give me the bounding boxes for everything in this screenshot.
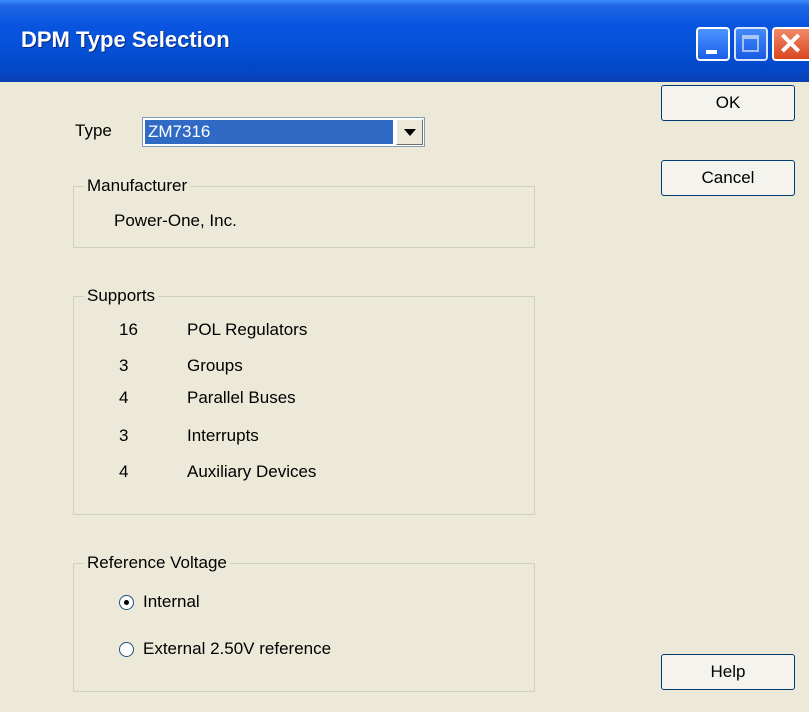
supports-item: Interrupts	[187, 426, 259, 445]
chevron-down-icon[interactable]	[396, 119, 423, 145]
maximize-button[interactable]	[734, 27, 768, 61]
type-selected-value[interactable]: ZM7316	[145, 120, 393, 144]
radio-external[interactable]: External 2.50V reference	[119, 639, 519, 661]
supports-count: 3	[119, 426, 129, 445]
supports-row: 3 Groups	[74, 356, 514, 378]
radio-button[interactable]	[119, 642, 134, 657]
minimize-button[interactable]	[696, 27, 730, 61]
supports-row: 16 POL Regulators	[74, 320, 514, 342]
radio-external-label[interactable]: External 2.50V reference	[143, 639, 331, 659]
title-bar[interactable]: DPM Type Selection ✕	[0, 0, 809, 82]
ok-button[interactable]: OK	[661, 85, 795, 121]
radio-internal[interactable]: Internal	[119, 592, 519, 614]
supports-item: Auxiliary Devices	[187, 462, 317, 481]
cancel-button[interactable]: Cancel	[661, 160, 795, 196]
supports-count: 4	[119, 388, 129, 407]
maximize-icon	[742, 35, 759, 52]
manufacturer-legend: Manufacturer	[84, 176, 191, 196]
supports-legend: Supports	[84, 286, 159, 306]
window-title: DPM Type Selection	[21, 27, 230, 52]
supports-item: Groups	[187, 356, 243, 375]
radio-internal-label[interactable]: Internal	[143, 592, 200, 612]
supports-group: Supports 16 POL Regulators 3 Groups 4 Pa…	[73, 286, 535, 515]
reference-voltage-legend: Reference Voltage	[84, 553, 230, 573]
manufacturer-group: Manufacturer Power-One, Inc.	[73, 176, 535, 248]
supports-item: Parallel Buses	[187, 388, 296, 407]
close-icon: ✕	[778, 28, 804, 61]
radio-button-checked[interactable]	[119, 595, 134, 610]
dialog-window: DPM Type Selection ✕ Type ZM7316 Manufac…	[0, 0, 809, 712]
supports-count: 3	[119, 356, 129, 375]
type-label: Type	[75, 121, 112, 140]
supports-count: 4	[119, 462, 129, 481]
supports-row: 3 Interrupts	[74, 426, 514, 448]
supports-row: 4 Parallel Buses	[74, 388, 514, 410]
reference-voltage-group: Reference Voltage Internal External 2.50…	[73, 553, 535, 692]
supports-item: POL Regulators	[187, 320, 308, 339]
manufacturer-value: Power-One, Inc.	[114, 211, 237, 230]
help-button[interactable]: Help	[661, 654, 795, 690]
close-button[interactable]: ✕	[772, 27, 809, 61]
type-dropdown[interactable]: ZM7316	[142, 117, 425, 147]
supports-row: 4 Auxiliary Devices	[74, 462, 514, 484]
minimize-icon	[706, 50, 717, 54]
supports-count: 16	[119, 320, 138, 339]
